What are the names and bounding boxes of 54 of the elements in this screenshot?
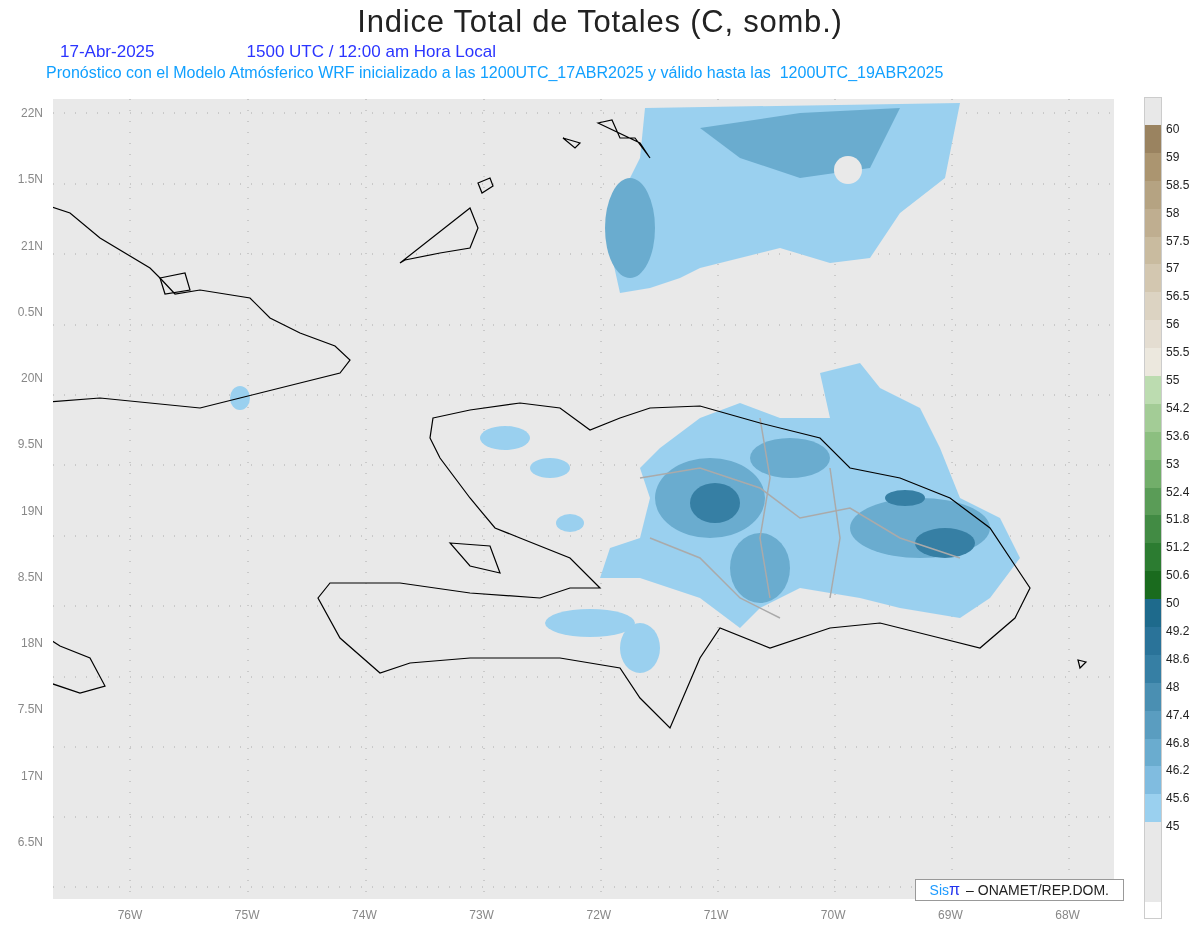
colorbar-label: 58	[1166, 205, 1180, 220]
latitude-label: 0.5N	[17, 303, 43, 321]
latitude-label: 1.5N	[17, 171, 43, 189]
colorbar-label: 57	[1166, 261, 1180, 276]
latitude-label: 9.5N	[17, 436, 43, 454]
colorbar-label: 54.2	[1166, 400, 1190, 415]
longitude-label: 69W	[938, 907, 963, 924]
longitude-label: 72W	[586, 907, 612, 924]
colorbar-label: 45	[1166, 819, 1180, 834]
longitude-label: 68W	[1055, 907, 1080, 924]
colorbar-label: 50.6	[1166, 568, 1190, 583]
colorbar-label: 57.5	[1166, 233, 1190, 248]
longitude-label: 74W	[352, 907, 377, 924]
latitude-label: 18N	[21, 635, 43, 652]
colorbar-label: 58.5	[1166, 177, 1190, 192]
longitude-label: 75W	[234, 907, 260, 924]
colorbar-label: 60	[1166, 121, 1180, 136]
latitude-label: 17N	[21, 767, 43, 785]
chart-title: Indice Total de Totales (C, somb.)	[357, 3, 843, 41]
longitude-label: 71W	[703, 907, 729, 924]
colorbar-label: 48	[1166, 679, 1180, 694]
logo-text: Sis	[929, 880, 950, 900]
latitude-label: 22N	[21, 105, 43, 122]
logo-symbol: π	[949, 880, 961, 900]
time-label: 1500 UTC / 12:00 am Hora Local	[246, 42, 496, 62]
colorbar-label: 55	[1166, 372, 1180, 387]
colorbar-label: 56	[1166, 317, 1180, 332]
longitude-label: 76W	[117, 907, 143, 924]
longitude-label: 73W	[469, 907, 494, 924]
credit-text: – ONAMET/REP.DOM.	[966, 880, 1109, 900]
forecast-note: Pronóstico con el Modelo Atmósferico WRF inicializado a las 1200UTC_17ABR2025 y válido hasta las 1200UTC_19ABR2025	[46, 64, 944, 81]
colorbar-label: 55.5	[1166, 345, 1190, 360]
colorbar-label: 45.6	[1166, 791, 1190, 806]
colorbar-label: 51.2	[1166, 540, 1190, 555]
colorbar-label: 52.4	[1166, 484, 1190, 499]
colorbar-label: 53	[1166, 456, 1180, 471]
colorbar-label: 56.5	[1166, 289, 1190, 304]
date-label: 17-Abr-2025	[60, 42, 155, 62]
latitude-label: 21N	[21, 237, 43, 255]
latitude-label: 19N	[21, 502, 43, 520]
longitude-label: 70W	[820, 907, 846, 924]
colorbar-label: 50	[1166, 596, 1180, 611]
colorbar-label: 51.8	[1166, 512, 1190, 527]
colorbar-label: 46.8	[1166, 735, 1190, 750]
colorbar-label: 46.2	[1166, 763, 1190, 778]
colorbar-label: 49.2	[1166, 623, 1190, 638]
colorbar-label: 48.6	[1166, 651, 1190, 666]
latitude-label: 8.5N	[17, 568, 43, 586]
latitude-label: 6.5N	[17, 833, 43, 851]
colorbar-label: 47.4	[1166, 707, 1190, 722]
latitude-label: 7.5N	[17, 701, 43, 719]
colorbar-label: 53.6	[1166, 428, 1190, 443]
latitude-label: 20N	[21, 370, 43, 387]
colorbar-label: 59	[1166, 149, 1180, 164]
